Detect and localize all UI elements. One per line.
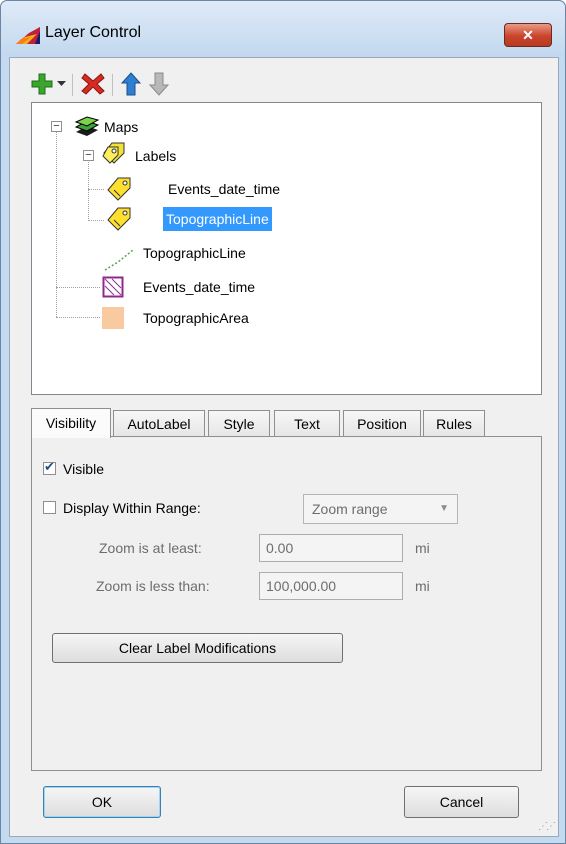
tree-connector — [88, 189, 104, 190]
dotted-line-layer-icon — [104, 249, 134, 271]
title-bar[interactable]: Layer Control ✕ — [1, 1, 565, 57]
layer-control-window: Layer Control ✕ − Maps − Labels Events_d… — [0, 0, 566, 844]
tree-node-events-date-time[interactable]: Events_date_time — [143, 275, 255, 299]
tree-node-topographic-line[interactable]: TopographicLine — [143, 241, 246, 265]
window-title: Layer Control — [45, 24, 142, 41]
visible-checkbox[interactable] — [43, 460, 56, 475]
tab-visibility[interactable]: Visibility — [31, 408, 111, 438]
tab-position[interactable]: Position — [343, 410, 421, 436]
tab-strip: Visibility AutoLabel Style Text Position… — [31, 408, 551, 438]
layer-tree[interactable]: − Maps − Labels Events_date_time Topogra… — [31, 102, 542, 395]
zoom-min-label: Zoom is at least: — [99, 540, 202, 556]
tree-node-labels-events[interactable]: Events_date_time — [168, 177, 280, 201]
close-button[interactable]: ✕ — [504, 23, 552, 47]
tree-node-labels[interactable]: Labels — [135, 144, 176, 168]
zoom-range-select[interactable]: Zoom range ▼ — [303, 494, 458, 524]
zoom-min-unit: mi — [415, 540, 430, 556]
zoom-range-value: Zoom range — [312, 501, 388, 517]
tab-rules[interactable]: Rules — [423, 410, 485, 436]
display-within-range-label: Display Within Range: — [63, 500, 201, 516]
expander-maps[interactable]: − — [51, 121, 62, 132]
tree-connector — [56, 317, 100, 318]
maps-layers-icon — [74, 116, 100, 136]
tree-connector — [56, 287, 100, 288]
grey-down-arrow-icon[interactable] — [148, 72, 170, 96]
toolbar-separator — [112, 74, 113, 96]
zoom-max-unit: mi — [415, 578, 430, 594]
blue-up-arrow-icon[interactable] — [120, 72, 142, 96]
zoom-max-label: Zoom is less than: — [96, 578, 210, 594]
clear-label-modifications-button[interactable]: Clear Label Modifications — [52, 633, 343, 663]
tree-connector — [88, 220, 104, 221]
tree-connector — [56, 131, 57, 317]
tab-text[interactable]: Text — [274, 410, 340, 436]
tab-style[interactable]: Style — [208, 410, 270, 436]
chevron-down-icon: ▼ — [439, 503, 449, 514]
hatched-polygon-icon — [102, 276, 124, 298]
toolbar — [30, 68, 550, 98]
zoom-max-input[interactable]: 100,000.00 — [259, 572, 403, 600]
visibility-tab-panel: Visible Display Within Range: Zoom range… — [31, 436, 542, 771]
tab-autolabel[interactable]: AutoLabel — [113, 410, 205, 436]
toolbar-separator — [72, 74, 73, 96]
label-tag-icon — [107, 207, 131, 231]
red-x-icon[interactable] — [80, 72, 106, 96]
green-plus-icon[interactable] — [30, 72, 54, 96]
display-within-range-checkbox[interactable] — [43, 501, 56, 514]
tree-node-labels-topographic-line[interactable]: TopographicLine — [163, 207, 272, 231]
dialog-client-area: − Maps − Labels Events_date_time Topogra… — [9, 57, 559, 837]
tree-node-topographic-area[interactable]: TopographicArea — [143, 306, 249, 330]
label-tag-icon — [107, 177, 131, 201]
area-swatch-icon — [102, 307, 124, 329]
ok-button[interactable]: OK — [43, 786, 161, 818]
app-icon — [16, 27, 40, 44]
resize-grip-icon[interactable]: ⋰⋰ — [538, 821, 556, 832]
expander-labels[interactable]: − — [83, 150, 94, 161]
labels-tag-icon — [102, 142, 125, 164]
zoom-min-input[interactable]: 0.00 — [259, 534, 403, 562]
tree-node-maps[interactable]: Maps — [104, 115, 138, 139]
add-dropdown-arrow-icon[interactable] — [57, 81, 66, 87]
cancel-button[interactable]: Cancel — [404, 786, 519, 818]
visible-label: Visible — [63, 461, 104, 477]
